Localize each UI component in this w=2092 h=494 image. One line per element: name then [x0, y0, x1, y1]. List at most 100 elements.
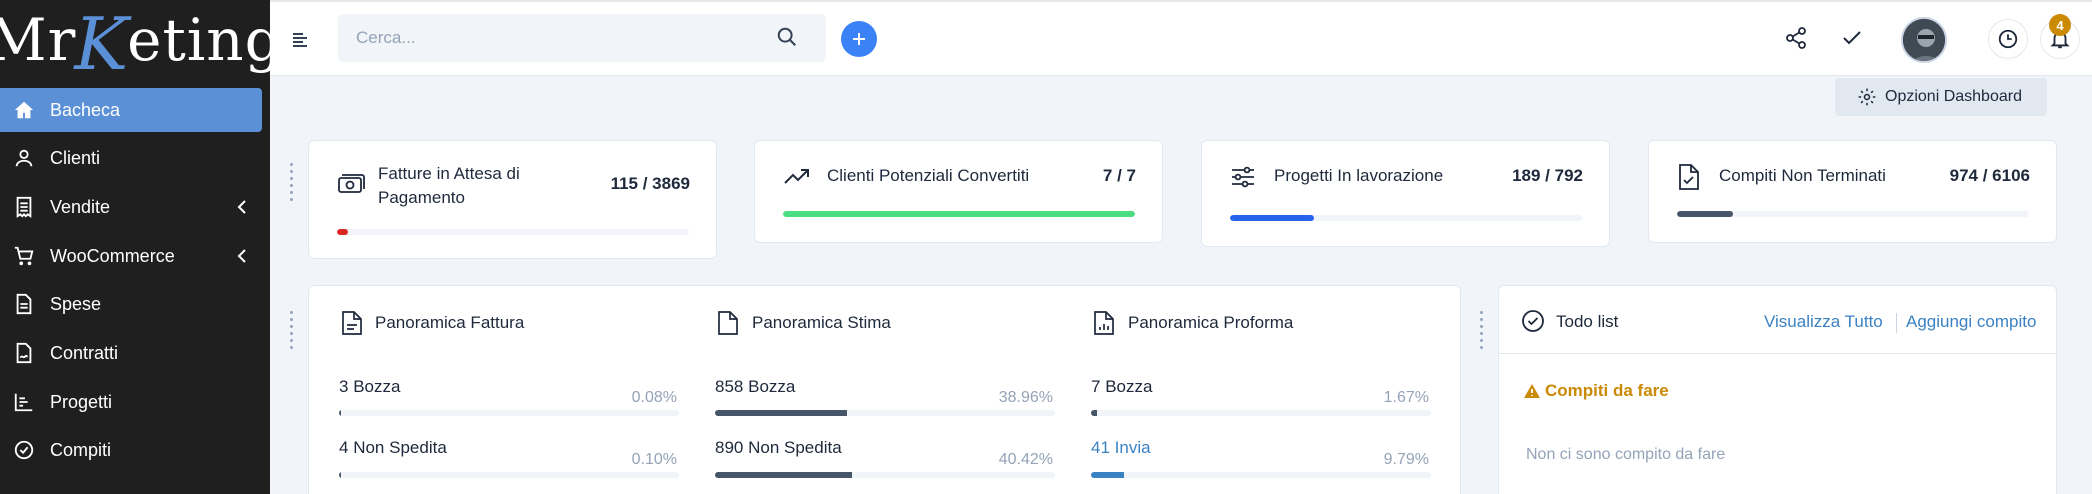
stat-value: 974 / 6106 [1949, 166, 2030, 185]
overview-row-label[interactable]: 41 Invia [1091, 438, 1151, 458]
overview-row-pct: 1.67% [1383, 389, 1429, 406]
search-icon[interactable] [776, 26, 798, 48]
file-check-icon [1679, 164, 1699, 190]
overview-row-label[interactable]: 3 Bozza [339, 377, 400, 397]
sidebar-item-spese[interactable]: Spese [0, 282, 262, 326]
overview-title: Panoramica Stima [752, 313, 891, 332]
overview-row-label[interactable]: 890 Non Spedita [715, 438, 842, 458]
quick-add-button[interactable] [841, 21, 877, 57]
estimate-icon [718, 311, 738, 335]
overview-card: Panoramica Fattura 3 Bozza 0.08% 4 Non S… [308, 285, 1461, 494]
clock-icon [1998, 29, 2018, 49]
stat-value: 7 / 7 [1102, 166, 1136, 185]
receipt-icon [12, 195, 36, 219]
overview-progress-bar [339, 410, 679, 416]
stat-progress-bar [1677, 211, 2029, 217]
notification-count-badge: 4 [2049, 14, 2071, 36]
cart-icon [12, 244, 36, 268]
sidebar-item-vendite[interactable]: Vendite [0, 185, 262, 229]
sidebar-item-progetti[interactable]: Progetti [0, 380, 262, 424]
todo-title: Todo list [1556, 312, 1619, 331]
stat-title: Clienti Potenziali Convertiti [827, 166, 1030, 185]
check-circle-icon [1522, 310, 1544, 332]
gear-icon [1858, 88, 1876, 106]
stat-card-tasks[interactable]: Compiti Non Terminati 974 / 6106 [1648, 140, 2057, 243]
stat-title: Fatture in Attesa di Pagamento [378, 164, 520, 207]
stat-title: Compiti Non Terminati [1719, 166, 1886, 185]
sidebar-item-label: Progetti [50, 391, 113, 412]
todo-empty-text: Non ci sono compito da fare [1526, 446, 1726, 463]
drag-handle-icon[interactable] [290, 309, 298, 351]
stat-progress-bar [337, 229, 689, 235]
menu-toggle-icon[interactable] [290, 28, 310, 50]
stat-progress-bar [783, 211, 1135, 217]
topbar: 4 [270, 0, 2092, 76]
todo-card: Todo list Visualizza Tutto Aggiungi comp… [1498, 285, 2057, 494]
sidebar-item-contratti[interactable]: Contratti [0, 331, 262, 375]
trending-up-icon [784, 169, 809, 184]
sidebar-item-woocommerce[interactable]: WooCommerce [0, 234, 262, 278]
contract-icon [12, 341, 36, 365]
sidebar-item-label: Contratti [50, 342, 119, 363]
stat-progress-bar [1230, 215, 1582, 221]
timer-button[interactable] [1988, 19, 2028, 59]
chevron-left-icon [237, 200, 246, 214]
drag-handle-icon[interactable] [290, 161, 298, 203]
sidebar-item-label: Vendite [50, 196, 111, 217]
divider [1896, 313, 1897, 333]
add-task-link[interactable]: Aggiungi compito [1906, 312, 2036, 332]
chart-icon [12, 390, 36, 414]
overview-progress-bar [1091, 472, 1431, 478]
sliders-icon [1232, 166, 1254, 188]
sidebar-item-label: Spese [50, 293, 102, 314]
share-icon[interactable] [1784, 26, 1808, 50]
search-input[interactable] [338, 14, 826, 62]
overview-progress-bar [1091, 410, 1431, 416]
overview-progress-bar [715, 472, 1055, 478]
view-all-link[interactable]: Visualizza Tutto [1764, 312, 1883, 332]
overview-row-label[interactable]: 7 Bozza [1091, 377, 1152, 397]
stat-card-leads[interactable]: Clienti Potenziali Convertiti 7 / 7 [754, 140, 1163, 243]
dashboard-options-label: Opzioni Dashboard [1885, 88, 2022, 105]
todo-header: Todo list Visualizza Tutto Aggiungi comp… [1499, 286, 2056, 354]
overview-row-pct: 38.96% [998, 389, 1053, 406]
overview-progress-bar [339, 472, 679, 478]
plus-icon [853, 33, 865, 45]
stat-value: 115 / 3869 [610, 174, 690, 193]
chevron-left-icon [237, 249, 246, 263]
invoice-icon [342, 311, 362, 335]
dashboard-options-button[interactable]: Opzioni Dashboard [1835, 78, 2047, 116]
sidebar: Mr Keting Bacheca Clienti Vendite WooComm… [0, 0, 282, 494]
overview-row-label[interactable]: 4 Non Spedita [339, 438, 447, 458]
overview-row-pct: 0.08% [631, 389, 677, 406]
sidebar-item-label: Compiti [50, 439, 112, 460]
app-logo[interactable]: Mr Keting [0, 0, 282, 86]
sidebar-item-label: WooCommerce [50, 245, 175, 266]
stat-card-invoices[interactable]: Fatture in Attesa di Pagamento 115 / 386… [308, 140, 717, 259]
document-icon [12, 292, 36, 316]
overview-title: Panoramica Proforma [1128, 313, 1294, 332]
avatar[interactable] [1901, 17, 1947, 63]
warning-icon [1524, 384, 1540, 398]
home-icon [12, 98, 36, 122]
sidebar-item-bacheca[interactable]: Bacheca [0, 88, 262, 132]
sidebar-item-compiti[interactable]: Compiti [0, 428, 262, 472]
sidebar-item-clienti[interactable]: Clienti [0, 136, 262, 180]
stat-value: 189 / 792 [1512, 166, 1583, 185]
check-icon[interactable] [1840, 26, 1864, 50]
sidebar-item-label: Bacheca [50, 99, 121, 120]
overview-row-pct: 9.79% [1383, 451, 1429, 468]
overview-row-pct: 0.10% [631, 451, 677, 468]
drag-handle-icon[interactable] [1480, 309, 1488, 351]
todo-section-heading: Compiti da fare [1523, 381, 1669, 401]
money-icon [338, 174, 365, 193]
overview-progress-bar [715, 410, 1055, 416]
stat-title: Progetti In lavorazione [1274, 166, 1444, 185]
sidebar-item-label: Clienti [50, 147, 101, 168]
overview-row-label[interactable]: 858 Bozza [715, 377, 795, 397]
proforma-icon [1094, 311, 1114, 335]
overview-title: Panoramica Fattura [375, 313, 525, 332]
user-icon [12, 146, 36, 170]
overview-row-pct: 40.42% [998, 451, 1053, 468]
stat-card-projects[interactable]: Progetti In lavorazione 189 / 792 [1201, 140, 1610, 247]
